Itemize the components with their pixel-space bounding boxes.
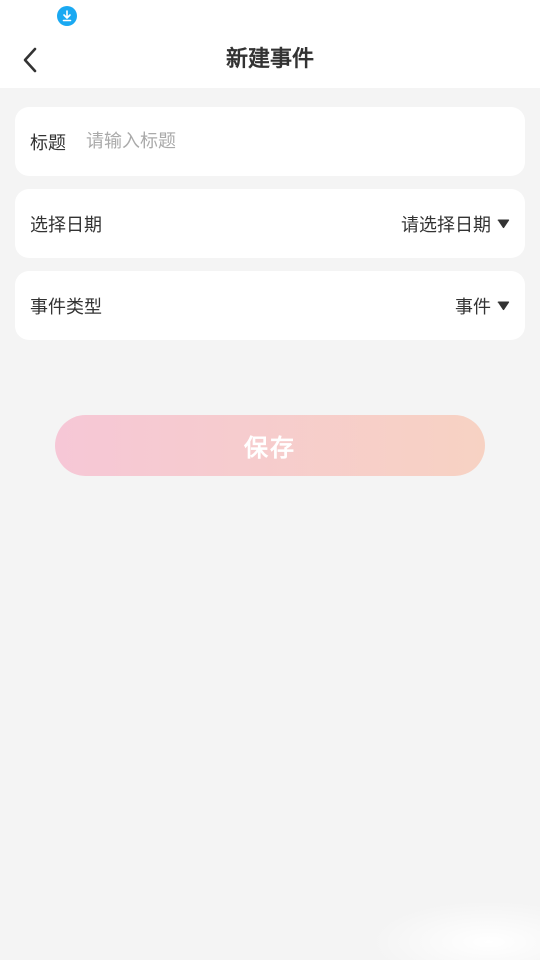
status-bar [0, 0, 540, 32]
title-input[interactable] [86, 121, 510, 162]
title-label: 标题 [30, 132, 66, 154]
date-picker-row[interactable]: 选择日期 请选择日期 [15, 189, 525, 258]
type-picker-row[interactable]: 事件类型 事件 [15, 271, 525, 340]
chevron-left-icon [23, 47, 37, 73]
decorative-glow [370, 900, 540, 960]
title-field-card: 标题 [15, 107, 525, 176]
back-button[interactable] [10, 40, 50, 80]
nav-bar: 新建事件 [0, 32, 540, 88]
save-button[interactable]: 保存 [55, 415, 485, 476]
type-label: 事件类型 [30, 296, 102, 318]
download-icon [57, 6, 77, 26]
caret-down-icon [497, 301, 510, 311]
type-picker[interactable]: 事件 [455, 293, 510, 319]
caret-down-icon [497, 219, 510, 229]
page-title: 新建事件 [225, 47, 314, 72]
date-value: 请选择日期 [401, 214, 491, 236]
type-value: 事件 [455, 296, 491, 318]
date-picker[interactable]: 请选择日期 [401, 211, 510, 237]
date-label: 选择日期 [30, 214, 102, 236]
